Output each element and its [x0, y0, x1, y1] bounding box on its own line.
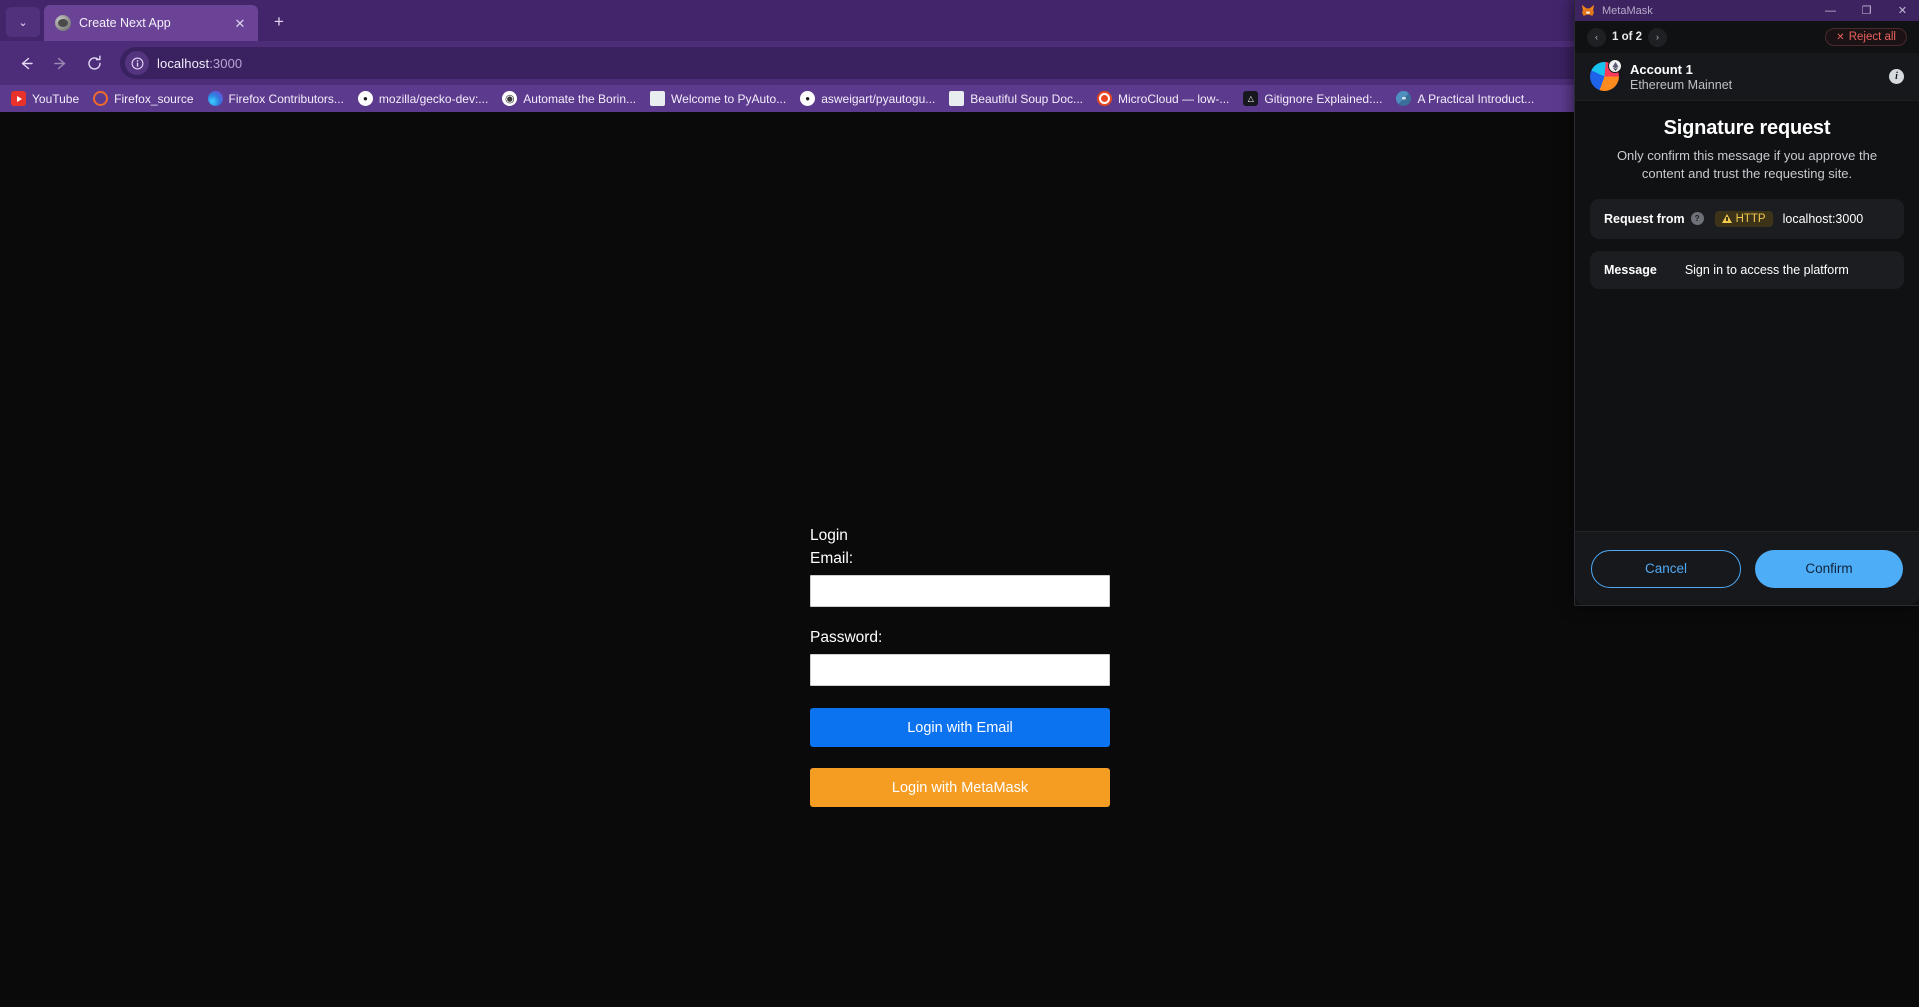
account-row[interactable]: Account 1 Ethereum Mainnet i [1575, 53, 1919, 101]
bookmark-item[interactable]: ◉ Automate the Borin... [495, 88, 643, 109]
metamask-fox-icon [1581, 4, 1595, 17]
firefox-source-icon [93, 91, 109, 106]
forward-button[interactable] [44, 47, 76, 79]
close-icon: ✕ [1836, 31, 1845, 43]
microcloud-icon [1097, 91, 1113, 106]
metamask-popup-window: MetaMask — ❐ ✕ ‹ 1 of 2 › ✕ Reject all A… [1575, 0, 1919, 605]
close-icon[interactable]: ✕ [1888, 0, 1917, 21]
help-icon[interactable]: ? [1690, 212, 1704, 226]
bookmark-label: MicroCloud — low-... [1118, 91, 1230, 106]
next-request-icon[interactable]: › [1648, 27, 1668, 47]
globe-icon: ◉ [502, 91, 518, 106]
email-label: Email: [810, 550, 854, 567]
youtube-icon [11, 91, 26, 106]
firefox-contributors-icon [207, 91, 223, 106]
new-tab-button[interactable]: + [264, 7, 294, 37]
request-host: localhost:3000 [1782, 211, 1864, 226]
reject-all-label: Reject all [1848, 31, 1896, 43]
url-port: :3000 [209, 55, 243, 71]
http-badge: HTTP [1714, 210, 1773, 227]
email-input[interactable] [810, 575, 1110, 607]
maximize-icon[interactable]: ❐ [1852, 0, 1881, 21]
confirm-button[interactable]: Confirm [1755, 549, 1903, 588]
tab-title: Create Next App [79, 16, 171, 30]
url-host: localhost [157, 55, 210, 71]
reload-button[interactable] [78, 47, 110, 79]
reject-all-button[interactable]: ✕ Reject all [1825, 28, 1907, 46]
tab-create-next-app[interactable]: Create Next App ✕ [44, 5, 258, 41]
bookmark-label: mozilla/gecko-dev:... [378, 91, 489, 106]
window-title: MetaMask [1602, 4, 1653, 17]
message-card: Message Sign in to access the platform [1590, 250, 1904, 289]
site-info-icon[interactable] [125, 51, 149, 75]
bookmark-label: A Practical Introduct... [1417, 91, 1535, 106]
plus-icon: + [274, 12, 284, 31]
signature-request-body: Signature request Only confirm this mess… [1575, 101, 1919, 531]
form-title: Login [810, 527, 848, 544]
cancel-button[interactable]: Cancel [1591, 549, 1741, 588]
bookmark-label: Firefox_source [114, 91, 194, 106]
address-bar-text: localhost:3000 [157, 56, 242, 71]
bookmark-item[interactable]: Welcome to PyAuto... [643, 88, 793, 109]
bookmark-item[interactable]: ⚭ A Practical Introduct... [1389, 88, 1541, 109]
password-input[interactable] [810, 654, 1110, 686]
bookmark-item[interactable]: Beautiful Soup Doc... [942, 88, 1090, 109]
bookmark-label: Firefox Contributors... [228, 91, 344, 106]
bookmark-item[interactable]: YouTube [4, 88, 86, 109]
warning-icon [1721, 214, 1732, 224]
bookmark-label: YouTube [32, 91, 80, 106]
password-label: Password: [810, 629, 883, 646]
python-icon: ⚭ [1396, 91, 1412, 106]
network-name: Ethereum Mainnet [1630, 77, 1733, 92]
login-with-metamask-button[interactable]: Login with MetaMask [810, 768, 1110, 807]
list-all-tabs-button[interactable]: ⌄ [6, 7, 40, 37]
message-value: Sign in to access the platform [1684, 262, 1849, 277]
minimize-icon[interactable]: — [1816, 0, 1845, 21]
ethereum-network-icon [1608, 59, 1622, 73]
previous-request-icon[interactable]: ‹ [1587, 27, 1606, 47]
bookmark-label: Beautiful Soup Doc... [970, 91, 1084, 106]
readthedocs-icon [949, 91, 965, 106]
login-with-email-button[interactable]: Login with Email [810, 708, 1110, 747]
bookmark-label: Gitignore Explained:... [1264, 91, 1383, 106]
request-pager: ‹ 1 of 2 › ✕ Reject all [1575, 21, 1919, 53]
bookmark-item[interactable]: MicroCloud — low-... [1090, 88, 1236, 109]
account-text: Account 1 Ethereum Mainnet [1630, 62, 1732, 92]
avatar [1590, 59, 1622, 91]
message-label: Message [1604, 262, 1657, 277]
nextjs-favicon [55, 15, 71, 31]
metamask-title-bar: MetaMask — ❐ ✕ [1575, 0, 1919, 21]
login-form: Login Email: Password: Login with Email … [810, 527, 1110, 807]
action-footer: Cancel Confirm [1575, 531, 1919, 605]
bookmark-item[interactable]: Firefox Contributors... [201, 88, 351, 109]
chevron-down-icon: ⌄ [18, 16, 28, 29]
bookmark-label: Welcome to PyAuto... [671, 91, 787, 106]
bookmark-item[interactable]: asweigart/pyautogu... [793, 88, 942, 109]
bookmark-label: Automate the Borin... [523, 91, 637, 106]
signature-subtitle: Only confirm this message if you approve… [1616, 148, 1878, 182]
github-icon [357, 91, 373, 106]
back-button[interactable] [10, 47, 42, 79]
bookmark-item[interactable]: mozilla/gecko-dev:... [351, 88, 495, 109]
account-name: Account 1 [1630, 61, 1693, 77]
bookmark-item[interactable]: △ Gitignore Explained:... [1236, 88, 1389, 109]
dark-icon: △ [1243, 91, 1259, 106]
info-icon[interactable]: i [1889, 69, 1904, 84]
readthedocs-icon [650, 91, 666, 106]
http-badge-label: HTTP [1735, 212, 1766, 225]
github-icon [800, 91, 816, 106]
request-from-label: Request from [1604, 211, 1685, 226]
request-counter: 1 of 2 [1612, 31, 1643, 43]
bookmark-item[interactable]: Firefox_source [86, 88, 200, 109]
page-title: Signature request [1663, 117, 1831, 139]
bookmark-label: asweigart/pyautogu... [821, 91, 936, 106]
close-icon[interactable]: ✕ [230, 13, 250, 33]
request-from-card: Request from ? HTTP localhost:3000 [1590, 198, 1904, 239]
